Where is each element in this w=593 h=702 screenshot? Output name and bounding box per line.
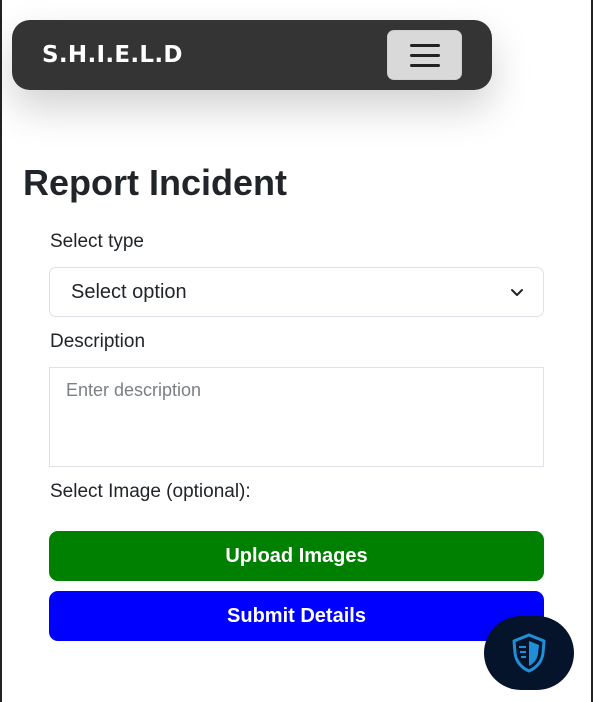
description-label: Description [50,331,146,352]
navbar: S.H.I.E.L.D [12,20,492,90]
hamburger-menu-icon-bar [410,54,440,57]
description-textarea[interactable]: Enter description [49,367,544,467]
type-label: Select type [50,231,144,252]
chevron-down-icon [511,289,523,296]
type-select[interactable]: Select option [49,267,544,317]
image-label: Select Image (optional): [50,481,251,502]
type-select-value: Select option [71,281,187,303]
page-title: Report Incident [23,162,288,203]
navbar-toggle-button[interactable] [387,30,462,80]
brand-logo[interactable]: S.H.I.E.L.D [42,42,183,68]
submit-details-button[interactable]: Submit Details [49,591,544,641]
shield-icon [512,633,546,673]
description-placeholder: Enter description [66,380,202,400]
upload-images-button[interactable]: Upload Images [49,531,544,581]
hamburger-menu-icon [410,44,440,47]
shield-fab-button[interactable] [484,616,574,690]
hamburger-menu-icon-bar [410,64,440,67]
